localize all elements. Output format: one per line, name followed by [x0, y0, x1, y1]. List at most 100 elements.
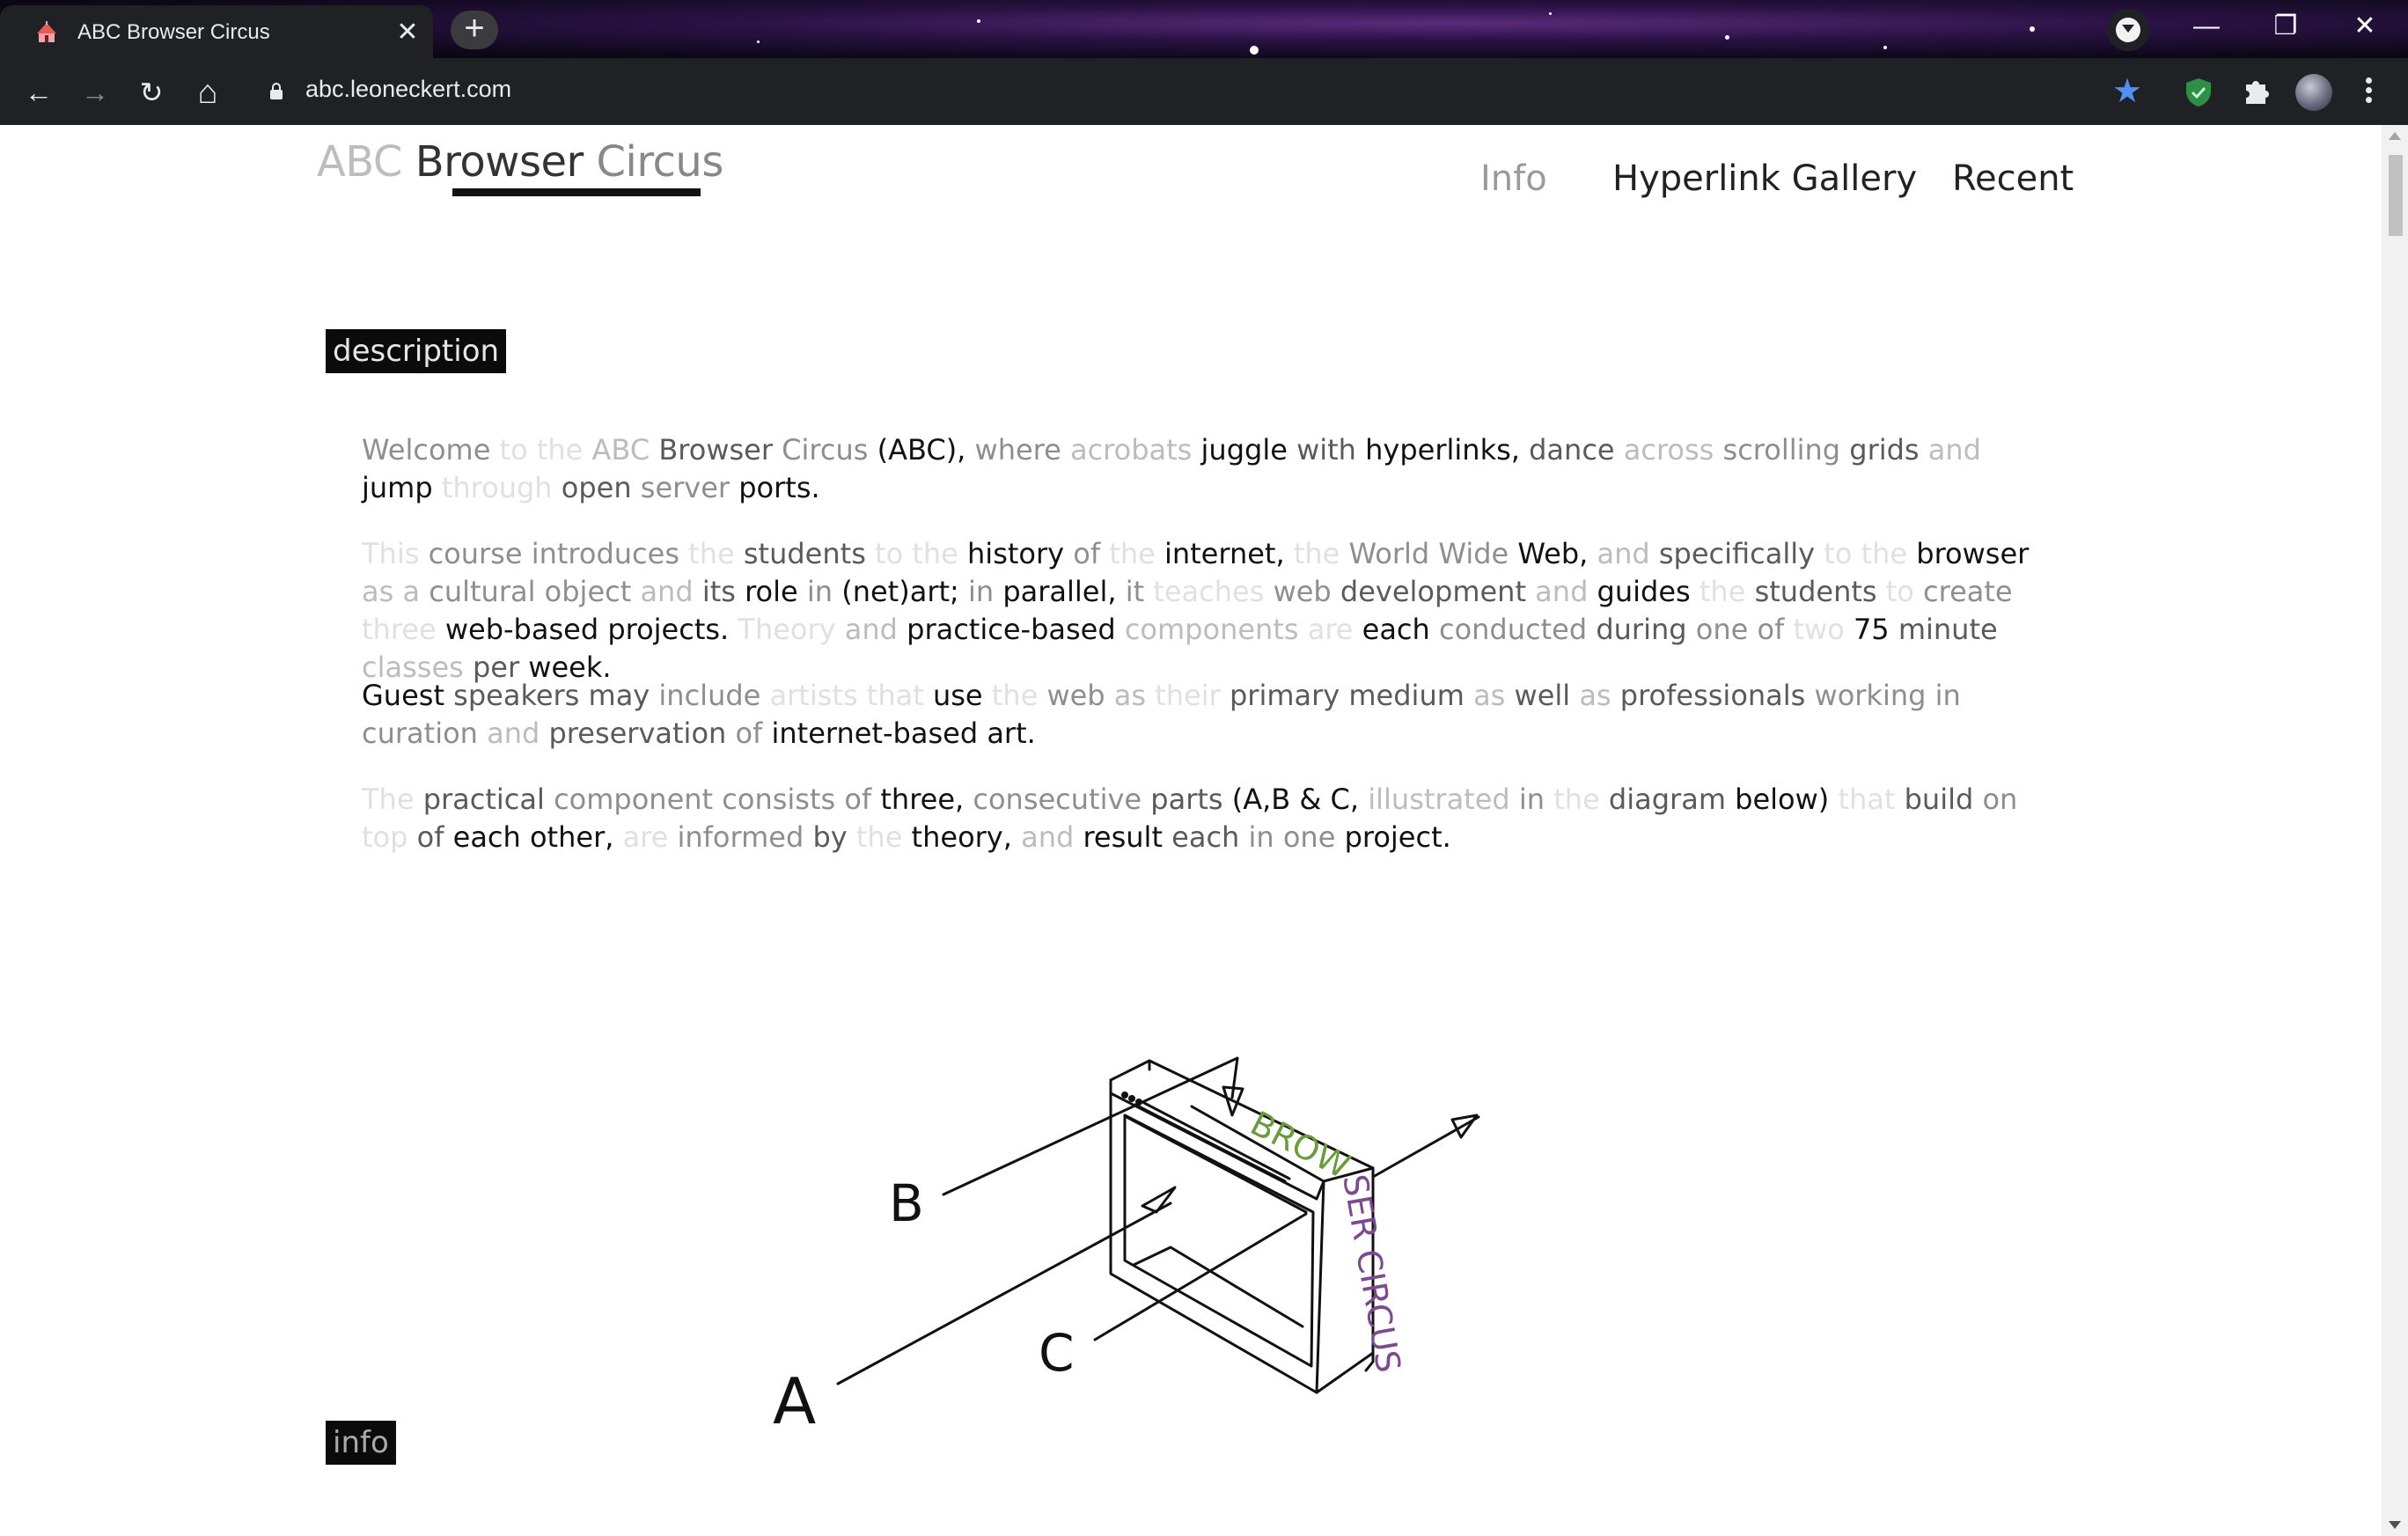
- description-section-label: description: [326, 329, 507, 373]
- bookmark-star-icon[interactable]: ★: [2112, 74, 2142, 109]
- paragraph-word: server: [631, 471, 730, 504]
- paragraph-word: components: [1115, 613, 1299, 646]
- paragraph-word: guides: [1588, 575, 1691, 608]
- paragraph-word: students: [1745, 575, 1877, 608]
- new-tab-button[interactable]: +: [451, 11, 498, 49]
- paragraph-word: the: [1100, 537, 1156, 570]
- paragraph-word: top: [362, 820, 408, 854]
- paragraph-word: component: [544, 783, 714, 816]
- page-scrollbar[interactable]: [2382, 125, 2408, 1536]
- paragraph-word: role: [735, 575, 798, 608]
- paragraph-word: of: [1748, 613, 1785, 646]
- paragraph-word: history: [958, 537, 1065, 570]
- paragraph-word: it: [1116, 575, 1145, 608]
- logo-part-browser: Browser: [415, 137, 597, 187]
- paragraph-word: and: [631, 575, 694, 608]
- background-star: [1250, 46, 1259, 55]
- paragraph-word: hyperlinks,: [1355, 433, 1520, 467]
- paragraph-word: consecutive: [964, 783, 1142, 816]
- home-icon[interactable]: ⌂: [190, 75, 225, 110]
- tab-search-icon[interactable]: [2107, 9, 2149, 51]
- paragraph-word: of: [407, 820, 444, 854]
- paragraph-word: one: [1274, 820, 1336, 854]
- paragraph-word: its: [693, 575, 736, 608]
- scroll-thumb[interactable]: [2389, 155, 2403, 236]
- paragraph-word: parts: [1142, 783, 1223, 816]
- background-star: [757, 40, 760, 43]
- paragraph-word: (net)art;: [833, 575, 959, 608]
- paragraph-word: art.: [978, 717, 1036, 750]
- nav-hyperlink-gallery-link[interactable]: Hyperlink Gallery: [1612, 158, 1917, 199]
- paragraph-word: and: [1588, 537, 1650, 570]
- address-bar[interactable]: abc.leoneckert.com: [305, 76, 511, 103]
- lock-icon[interactable]: [269, 83, 283, 100]
- paragraph-word: open: [552, 471, 632, 504]
- window-close-button[interactable]: ✕: [2325, 0, 2404, 53]
- paragraph-word: The: [362, 783, 415, 816]
- paragraph-word: across: [1614, 433, 1714, 467]
- logo-part-abc: ABC: [317, 137, 415, 187]
- restore-button[interactable]: ❐: [2246, 0, 2325, 53]
- paragraph-word: consists: [713, 783, 836, 816]
- shield-extension-icon[interactable]: [2184, 77, 2213, 107]
- paragraph-word: &: [1290, 783, 1322, 816]
- description-paragraph: This course introduces the students to t…: [362, 535, 2043, 687]
- paragraph-word: other,: [520, 820, 614, 854]
- scroll-down-arrow-icon[interactable]: [2389, 1521, 2401, 1529]
- paragraph-word: and: [1919, 433, 1981, 467]
- scroll-up-arrow-icon[interactable]: [2389, 132, 2401, 140]
- browser-toolbar: ← → ↻ ⌂ abc.leoneckert.com ★: [0, 58, 2408, 125]
- description-paragraph: Welcome to the ABC Browser Circus (ABC),…: [362, 431, 2043, 507]
- paragraph-word: grids: [1840, 433, 1920, 467]
- more-menu-icon[interactable]: [2355, 74, 2382, 109]
- paragraph-word: project.: [1335, 820, 1451, 854]
- paragraph-word: diagram: [1599, 783, 1726, 816]
- paragraph-word: where: [965, 433, 1061, 467]
- nav-info-link[interactable]: Info: [1480, 158, 1547, 199]
- paragraph-word: working: [1805, 679, 1927, 712]
- paragraph-word: in: [1239, 820, 1274, 854]
- logo-underline: [452, 188, 701, 196]
- paragraph-word: that: [1829, 783, 1896, 816]
- description-paragraph: The practical component consists of thre…: [362, 781, 2043, 856]
- background-star: [977, 19, 980, 23]
- puzzle-extensions-icon[interactable]: [2241, 76, 2272, 107]
- minimize-button[interactable]: —: [2167, 0, 2246, 53]
- diagram-side-text-browser: BROW: [1244, 1104, 1356, 1187]
- paragraph-word: juggle: [1192, 433, 1288, 467]
- reload-icon[interactable]: ↻: [134, 75, 169, 110]
- paragraph-word: informed: [668, 820, 804, 854]
- background-star: [1549, 12, 1552, 15]
- paragraph-word: in: [797, 575, 833, 608]
- paragraph-word: Guest: [362, 679, 444, 712]
- paragraph-word: the: [903, 537, 958, 570]
- close-icon[interactable]: ✕: [394, 19, 421, 46]
- paragraph-word: through: [432, 471, 553, 504]
- paragraph-word: may: [579, 679, 650, 712]
- paragraph-word: to: [490, 433, 528, 467]
- paragraph-word: one: [1686, 613, 1749, 646]
- diagram-side-text-circus: SER CIRCUS: [1335, 1172, 1408, 1376]
- paragraph-word: as: [362, 575, 394, 608]
- paragraph-word: cultural: [420, 575, 536, 608]
- paragraph-word: internet,: [1155, 537, 1285, 570]
- paragraph-word: practice-based: [897, 613, 1116, 646]
- paragraph-word: introduces: [522, 537, 679, 570]
- paragraph-word: Welcome: [362, 433, 491, 467]
- background-star: [1725, 35, 1729, 40]
- paragraph-word: Browser: [650, 433, 773, 467]
- paragraph-word: preservation: [540, 717, 727, 750]
- site-logo[interactable]: ABC Browser Circus: [317, 137, 723, 187]
- nav-recent-link[interactable]: Recent: [1952, 158, 2074, 199]
- browser-tab[interactable]: ABC Browser Circus ✕: [0, 5, 433, 58]
- window-titlebar: ABC Browser Circus ✕ + — ❐ ✕: [0, 0, 2408, 58]
- profile-avatar[interactable]: [2295, 74, 2332, 111]
- paragraph-word: include: [650, 679, 761, 712]
- paragraph-word: course: [419, 537, 523, 570]
- back-arrow-icon[interactable]: ←: [21, 75, 56, 110]
- forward-arrow-icon[interactable]: →: [77, 75, 113, 110]
- paragraph-word: dance: [1519, 433, 1615, 467]
- paragraph-word: to: [865, 537, 904, 570]
- paragraph-word: each: [444, 820, 521, 854]
- paragraph-word: development: [1331, 575, 1526, 608]
